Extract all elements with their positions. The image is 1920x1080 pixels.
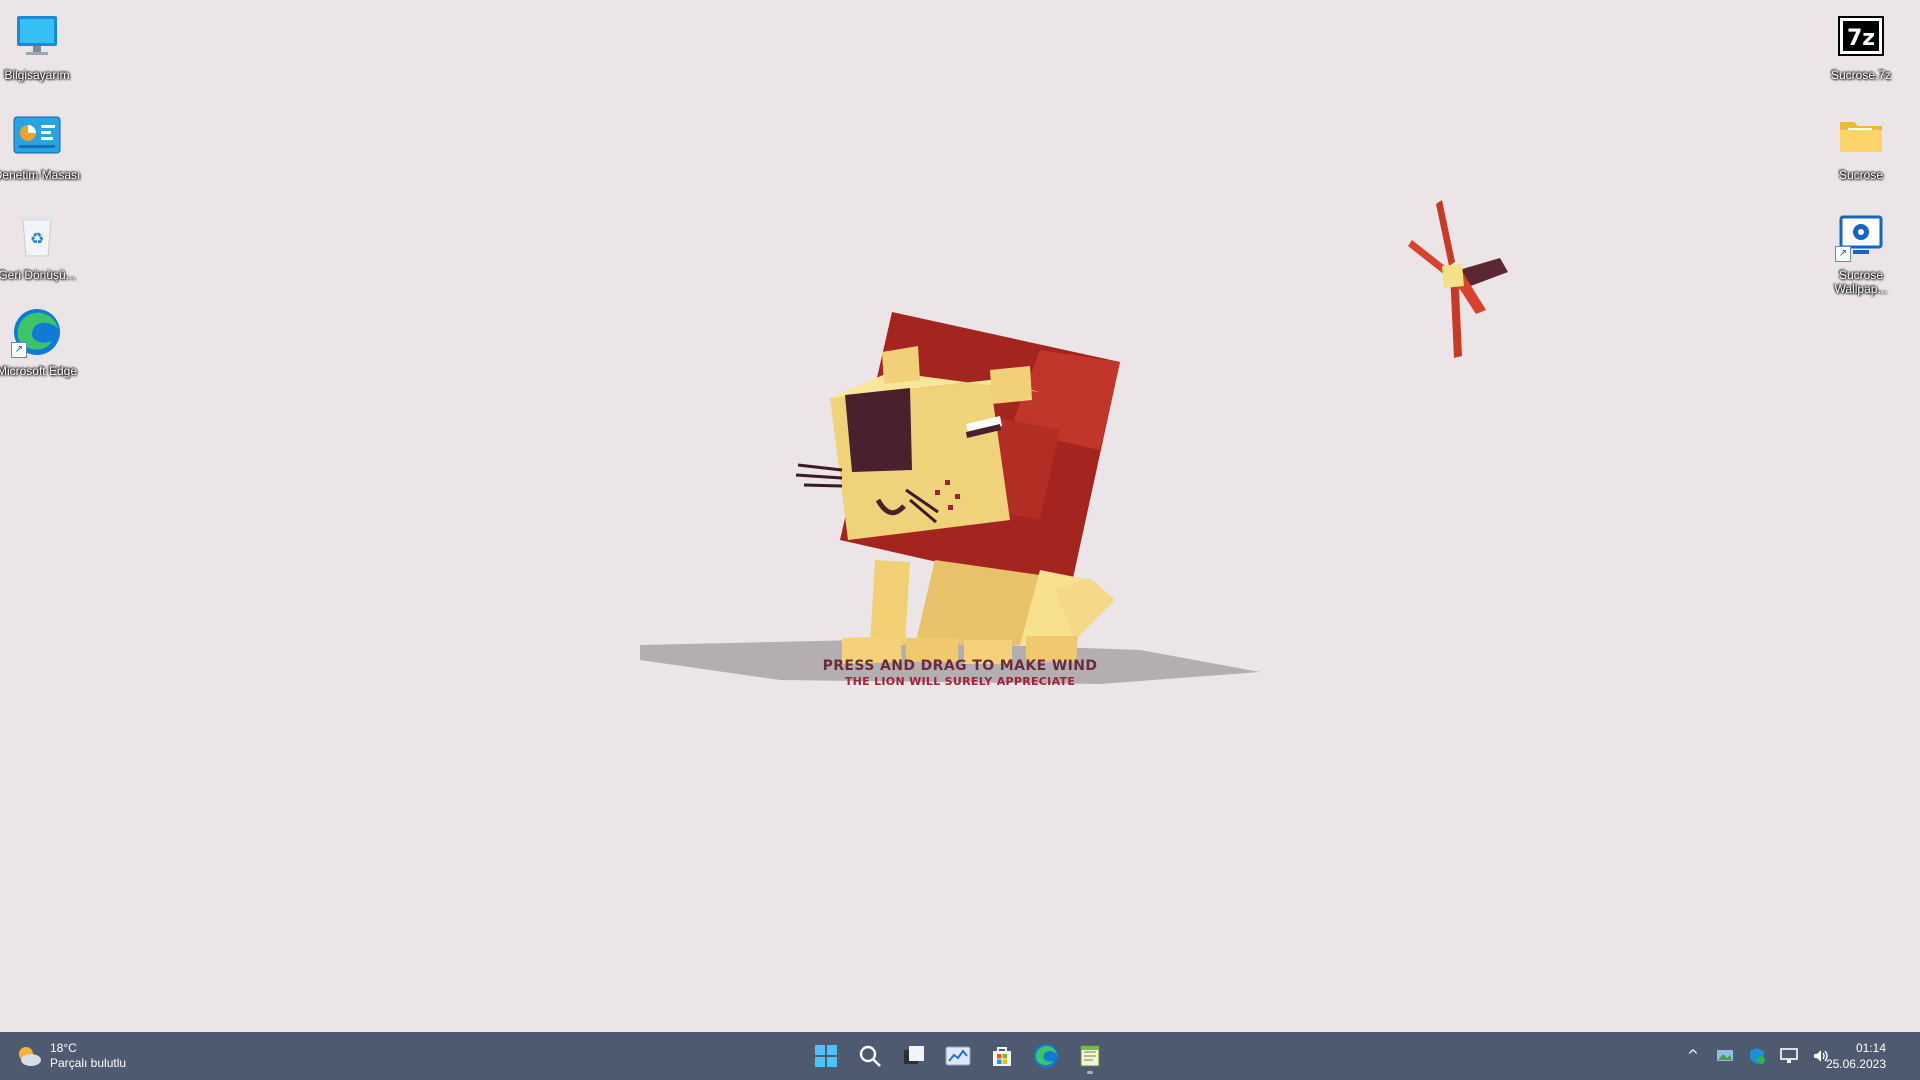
show-hidden-icons-button[interactable]: ^	[1680, 1040, 1706, 1072]
store-button[interactable]	[984, 1036, 1020, 1076]
wallpaper-scene[interactable]	[0, 0, 1920, 1032]
chevron-up-icon: ^	[1687, 1048, 1699, 1064]
taskbar: 18°C Parçalı bulutlu ^ 01:14 25.06.2023	[0, 1032, 1920, 1080]
task-view-icon	[904, 1046, 924, 1064]
widgets-icon	[945, 1046, 971, 1066]
weather-widget[interactable]: 18°C Parçalı bulutlu	[16, 1032, 126, 1080]
desktop[interactable]: Bilgisayarım Denetim Masası ♻ Geri Dönüş…	[0, 0, 1920, 1032]
security-tray-button[interactable]	[1744, 1040, 1770, 1072]
clock-time: 01:14	[1855, 1041, 1886, 1055]
wallpaper-hint: PRESS AND DRAG TO MAKE WIND THE LION WIL…	[770, 658, 1150, 688]
hint-title: PRESS AND DRAG TO MAKE WIND	[822, 658, 1098, 674]
clock-date: 25.06.2023	[1825, 1057, 1886, 1071]
partly-cloudy-icon	[19, 1047, 41, 1066]
weather-text: 18°C Parçalı bulutlu	[50, 1041, 126, 1071]
notepad-taskbar-button[interactable]	[1072, 1036, 1108, 1076]
windows-security-icon	[1750, 1048, 1765, 1064]
notepad-app-icon	[1080, 1045, 1100, 1067]
lion[interactable]	[795, 312, 1120, 664]
weather-temp: 18°C	[50, 1041, 77, 1055]
system-tray: ^	[1680, 1032, 1834, 1080]
pinwheel[interactable]	[1408, 200, 1508, 358]
edge-taskbar-button[interactable]	[1028, 1036, 1064, 1076]
start-button[interactable]	[808, 1036, 844, 1076]
clock[interactable]: 01:14 25.06.2023	[1826, 1040, 1886, 1072]
network-button[interactable]	[1776, 1040, 1802, 1072]
edge-icon	[1034, 1044, 1058, 1068]
tray-app-button[interactable]	[1712, 1040, 1738, 1072]
microsoft-store-icon	[993, 1047, 1011, 1066]
widgets-button[interactable]	[940, 1036, 976, 1076]
taskbar-pinned-apps	[808, 1032, 1108, 1080]
search-button[interactable]	[852, 1036, 888, 1076]
sucrose-tray-icon	[1717, 1050, 1733, 1061]
weather-condition: Parçalı bulutlu	[50, 1056, 127, 1070]
hint-subtitle: THE LION WILL SURELY APPRECIATE	[844, 675, 1076, 688]
network-icon	[1780, 1048, 1798, 1063]
task-view-button[interactable]	[896, 1036, 932, 1076]
search-icon	[859, 1045, 881, 1067]
windows-start-icon	[815, 1045, 837, 1067]
